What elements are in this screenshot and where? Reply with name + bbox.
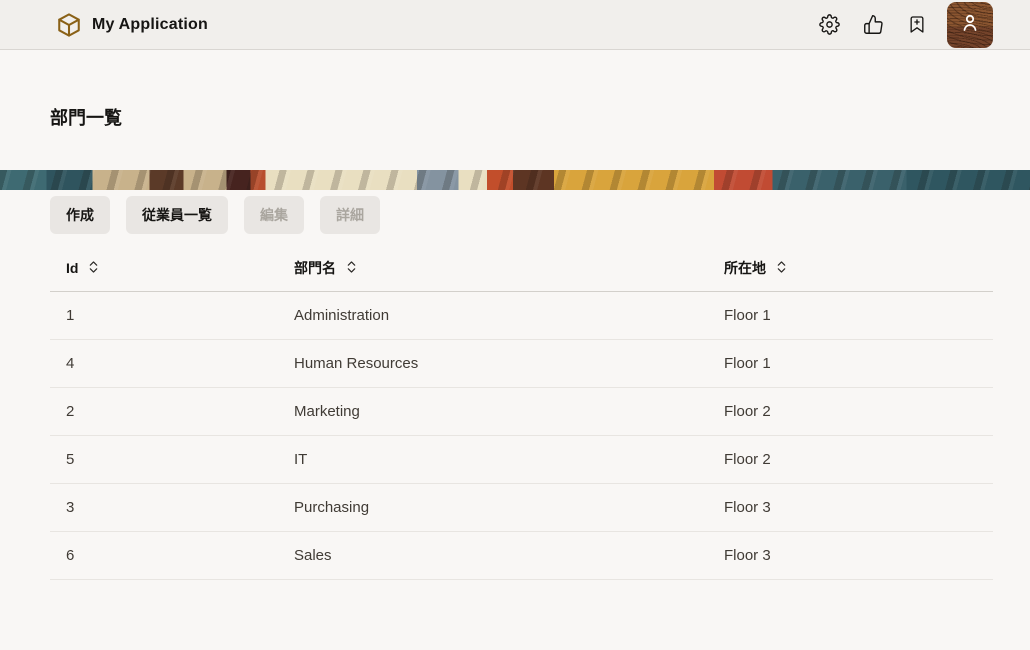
bookmark-button[interactable] bbox=[899, 7, 935, 43]
cell-name: Purchasing bbox=[278, 499, 708, 516]
cell-location: Floor 1 bbox=[708, 355, 993, 372]
cell-id: 5 bbox=[50, 451, 278, 468]
cell-location: Floor 3 bbox=[708, 547, 993, 564]
table-row[interactable]: 3PurchasingFloor 3 bbox=[50, 484, 993, 532]
employee-list-button[interactable]: 従業員一覧 bbox=[126, 196, 228, 234]
cell-id: 6 bbox=[50, 547, 278, 564]
cell-location: Floor 2 bbox=[708, 451, 993, 468]
table-body: 1AdministrationFloor 14Human ResourcesFl… bbox=[50, 292, 993, 580]
table-row[interactable]: 5ITFloor 2 bbox=[50, 436, 993, 484]
box-cube-icon bbox=[56, 12, 82, 38]
table-row[interactable]: 4Human ResourcesFloor 1 bbox=[50, 340, 993, 388]
person-icon bbox=[958, 11, 982, 38]
column-label: Id bbox=[66, 260, 78, 276]
page-title: 部門一覧 bbox=[50, 104, 1030, 130]
header-actions bbox=[811, 2, 993, 48]
table-header-row: Id 部門名 所在地 bbox=[50, 245, 993, 292]
cell-name: Administration bbox=[278, 307, 708, 324]
column-header-name[interactable]: 部門名 bbox=[278, 258, 708, 278]
thumbs-up-icon bbox=[863, 14, 884, 35]
table-row[interactable]: 1AdministrationFloor 1 bbox=[50, 292, 993, 340]
toolbar: 作成 従業員一覧 編集 詳細 bbox=[50, 196, 993, 234]
edit-button: 編集 bbox=[244, 196, 304, 234]
cell-name: Marketing bbox=[278, 403, 708, 420]
bookmark-plus-icon bbox=[907, 14, 927, 35]
cell-id: 2 bbox=[50, 403, 278, 420]
app-title: My Application bbox=[92, 16, 208, 34]
gear-icon bbox=[819, 14, 840, 35]
page-title-region: 部門一覧 bbox=[0, 50, 1030, 170]
departments-table: Id 部門名 所在地 bbox=[50, 245, 993, 580]
cell-location: Floor 2 bbox=[708, 403, 993, 420]
column-header-id[interactable]: Id bbox=[50, 260, 278, 277]
column-label: 部門名 bbox=[294, 258, 336, 278]
sort-icon[interactable] bbox=[346, 260, 357, 277]
cell-location: Floor 1 bbox=[708, 307, 993, 324]
cell-id: 4 bbox=[50, 355, 278, 372]
create-button[interactable]: 作成 bbox=[50, 196, 110, 234]
cell-location: Floor 3 bbox=[708, 499, 993, 516]
page-content: 作成 従業員一覧 編集 詳細 Id 部門名 bbox=[0, 190, 1030, 580]
sort-icon[interactable] bbox=[776, 260, 787, 277]
cell-name: Human Resources bbox=[278, 355, 708, 372]
app-brand[interactable]: My Application bbox=[56, 12, 208, 38]
account-button[interactable] bbox=[947, 2, 993, 48]
settings-button[interactable] bbox=[811, 7, 847, 43]
cell-id: 1 bbox=[50, 307, 278, 324]
feedback-button[interactable] bbox=[855, 7, 891, 43]
cell-name: IT bbox=[278, 451, 708, 468]
column-label: 所在地 bbox=[724, 258, 766, 278]
cell-name: Sales bbox=[278, 547, 708, 564]
cell-id: 3 bbox=[50, 499, 278, 516]
column-header-location[interactable]: 所在地 bbox=[708, 258, 993, 278]
sort-icon[interactable] bbox=[88, 260, 99, 277]
app-header: My Application bbox=[0, 0, 1030, 50]
detail-button: 詳細 bbox=[320, 196, 380, 234]
decorative-banner bbox=[0, 170, 1030, 190]
table-row[interactable]: 6SalesFloor 3 bbox=[50, 532, 993, 580]
table-row[interactable]: 2MarketingFloor 2 bbox=[50, 388, 993, 436]
